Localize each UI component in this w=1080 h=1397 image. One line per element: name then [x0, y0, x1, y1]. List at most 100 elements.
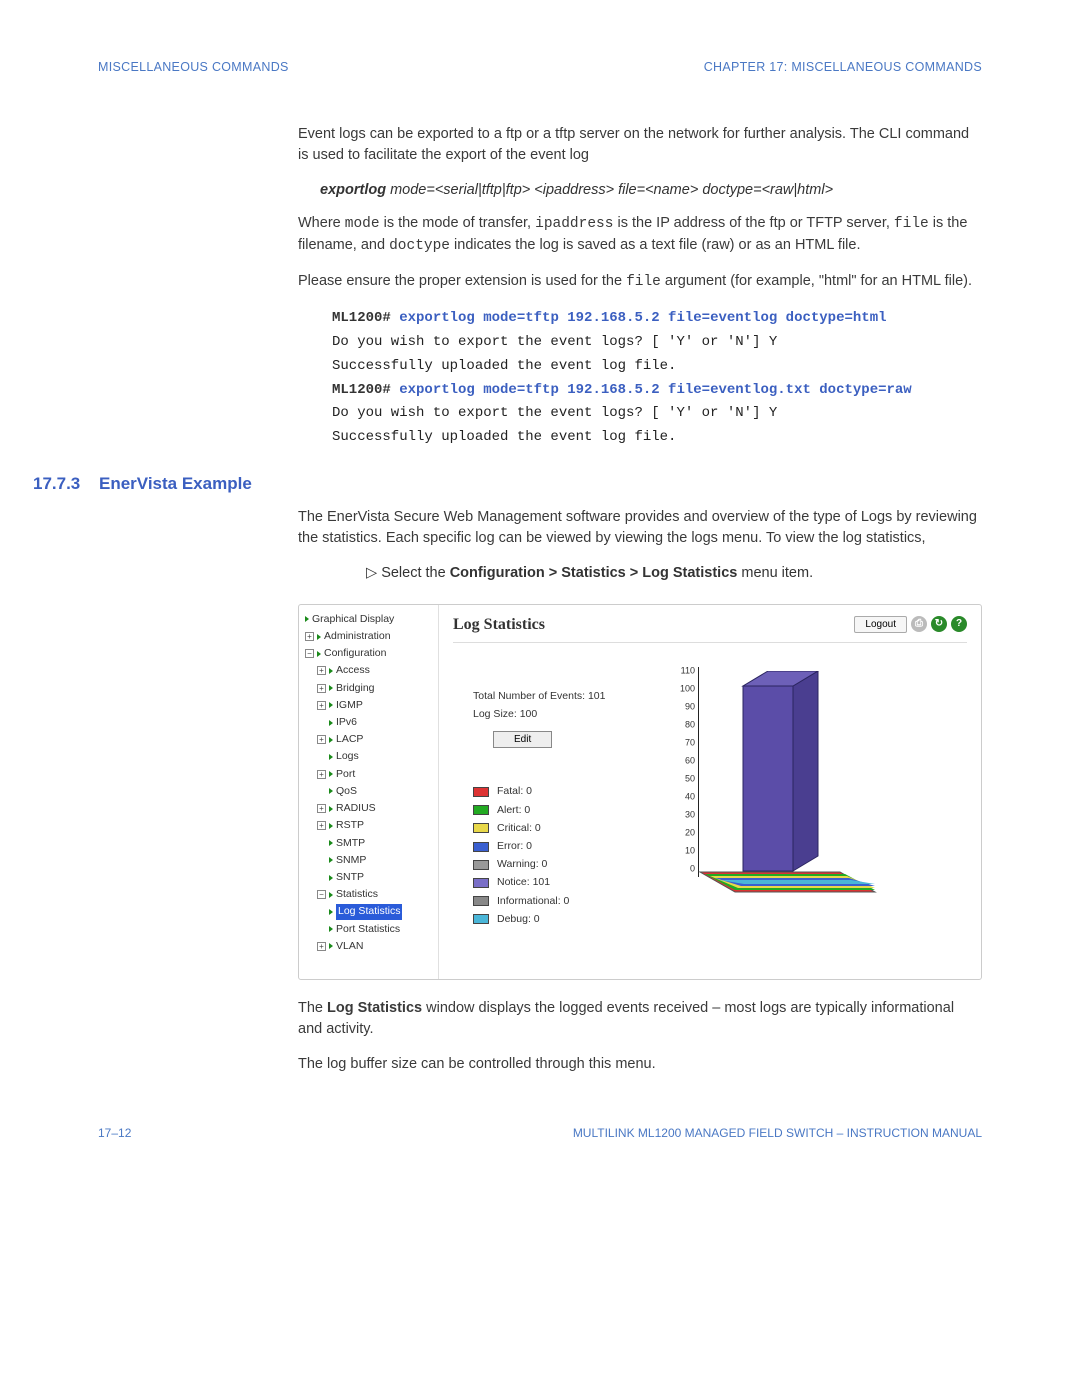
arrow-icon — [317, 634, 321, 640]
swatch-icon — [473, 878, 489, 888]
arrow-icon — [329, 806, 333, 812]
legend-notice: Notice: 101 — [473, 875, 653, 890]
tree-vlan[interactable]: +VLAN — [305, 938, 434, 955]
footer-page: 17–12 — [98, 1125, 131, 1142]
tree-logs[interactable]: Logs — [305, 748, 434, 765]
legend: Fatal: 0 Alert: 0 Critical: 0 Error: 0 W… — [473, 784, 653, 927]
y-axis — [698, 667, 699, 877]
bar-notice — [733, 671, 828, 881]
tree-igmp[interactable]: +IGMP — [305, 697, 434, 714]
logout-button[interactable]: Logout — [854, 616, 907, 633]
arrow-icon — [329, 909, 333, 915]
legend-alert: Alert: 0 — [473, 803, 653, 818]
para-extension: Please ensure the proper extension is us… — [298, 271, 982, 293]
legend-warning: Warning: 0 — [473, 857, 653, 872]
expand-icon[interactable]: + — [317, 821, 326, 830]
step-1: ▷ Select the Configuration > Statistics … — [386, 563, 982, 584]
para-buffer: The log buffer size can be controlled th… — [298, 1054, 982, 1075]
tree-portstats[interactable]: Port Statistics — [305, 921, 434, 938]
para-logstats: The Log Statistics window displays the l… — [298, 998, 982, 1040]
collapse-icon[interactable]: − — [317, 890, 326, 899]
main-panel: Log Statistics Logout ⎙ ↻ ? Total Number… — [439, 605, 981, 979]
arrow-icon — [329, 788, 333, 794]
arrow-icon — [329, 771, 333, 777]
expand-icon[interactable]: + — [305, 632, 314, 641]
tree-rstp[interactable]: +RSTP — [305, 817, 434, 834]
tree-smtp[interactable]: SMTP — [305, 835, 434, 852]
cli-example: ML1200# exportlog mode=tftp 192.168.5.2 … — [332, 307, 982, 450]
total-events: Total Number of Events: 101 — [473, 689, 653, 704]
expand-icon[interactable]: + — [317, 770, 326, 779]
tree-bridging[interactable]: +Bridging — [305, 680, 434, 697]
section-title: EnerVista Example — [99, 472, 252, 497]
legend-fatal: Fatal: 0 — [473, 784, 653, 799]
arrow-icon — [329, 685, 333, 691]
tree-access[interactable]: +Access — [305, 662, 434, 679]
swatch-icon — [473, 805, 489, 815]
arrow-icon — [329, 926, 333, 932]
arrow-icon — [329, 892, 333, 898]
tree-ipv6[interactable]: IPv6 — [305, 714, 434, 731]
syntax-line: exportlog mode=<serial|tftp|ftp> <ipaddr… — [320, 180, 982, 201]
tree-sntp[interactable]: SNTP — [305, 869, 434, 886]
help-icon[interactable]: ? — [951, 616, 967, 632]
page-header: MISCELLANEOUS COMMANDS CHAPTER 17: MISCE… — [98, 58, 982, 76]
tree-statistics[interactable]: −Statistics — [305, 886, 434, 903]
triangle-icon: ▷ — [366, 565, 381, 581]
nav-tree: Graphical Display +Administration −Confi… — [299, 605, 439, 979]
legend-error: Error: 0 — [473, 839, 653, 854]
arrow-icon — [329, 737, 333, 743]
header-right: CHAPTER 17: MISCELLANEOUS COMMANDS — [704, 58, 982, 76]
header-left: MISCELLANEOUS COMMANDS — [98, 58, 289, 76]
collapse-icon[interactable]: − — [305, 649, 314, 658]
panel-title: Log Statistics — [453, 613, 545, 636]
expand-icon[interactable]: + — [317, 942, 326, 951]
para-where: Where mode is the mode of transfer, ipad… — [298, 213, 982, 257]
legend-debug: Debug: 0 — [473, 912, 653, 927]
refresh-icon[interactable]: ↻ — [931, 616, 947, 632]
swatch-icon — [473, 787, 489, 797]
arrow-icon — [317, 651, 321, 657]
expand-icon[interactable]: + — [317, 735, 326, 744]
tree-graphical[interactable]: Graphical Display — [305, 611, 434, 628]
tree-snmp[interactable]: SNMP — [305, 852, 434, 869]
arrow-icon — [329, 720, 333, 726]
section-number: 17.7.3 — [33, 472, 87, 497]
arrow-icon — [329, 840, 333, 846]
para-intro: Event logs can be exported to a ftp or a… — [298, 124, 982, 166]
tree-radius[interactable]: +RADIUS — [305, 800, 434, 817]
syntax-cmd: exportlog — [320, 182, 386, 198]
tree-qos[interactable]: QoS — [305, 783, 434, 800]
bar-chart-3d: 110 100 90 80 70 60 50 40 30 20 10 0 — [663, 667, 873, 902]
arrow-icon — [329, 823, 333, 829]
tree-logstats[interactable]: Log Statistics — [305, 903, 434, 920]
legend-critical: Critical: 0 — [473, 821, 653, 836]
para-enervista: The EnerVista Secure Web Management soft… — [298, 507, 982, 549]
edit-button[interactable]: Edit — [493, 731, 552, 748]
swatch-icon — [473, 914, 489, 924]
page-footer: 17–12 MULTILINK ML1200 MANAGED FIELD SWI… — [98, 1125, 982, 1142]
footer-title: MULTILINK ML1200 MANAGED FIELD SWITCH – … — [573, 1125, 982, 1142]
expand-icon[interactable]: + — [317, 666, 326, 675]
swatch-icon — [473, 860, 489, 870]
arrow-icon — [329, 754, 333, 760]
expand-icon[interactable]: + — [317, 701, 326, 710]
syntax-rest: mode=<serial|tftp|ftp> <ipaddress> file=… — [386, 182, 833, 198]
arrow-icon — [329, 702, 333, 708]
arrow-icon — [329, 943, 333, 949]
expand-icon[interactable]: + — [317, 684, 326, 693]
swatch-icon — [473, 842, 489, 852]
log-size: Log Size: 100 — [473, 707, 653, 722]
tree-config[interactable]: −Configuration — [305, 645, 434, 662]
tree-lacp[interactable]: +LACP — [305, 731, 434, 748]
arrow-icon — [329, 668, 333, 674]
section-heading: 17.7.3 EnerVista Example — [33, 472, 982, 497]
tree-port[interactable]: +Port — [305, 766, 434, 783]
arrow-icon — [305, 616, 309, 622]
print-icon[interactable]: ⎙ — [911, 616, 927, 632]
expand-icon[interactable]: + — [317, 804, 326, 813]
tree-admin[interactable]: +Administration — [305, 628, 434, 645]
arrow-icon — [329, 875, 333, 881]
swatch-icon — [473, 896, 489, 906]
arrow-icon — [329, 857, 333, 863]
